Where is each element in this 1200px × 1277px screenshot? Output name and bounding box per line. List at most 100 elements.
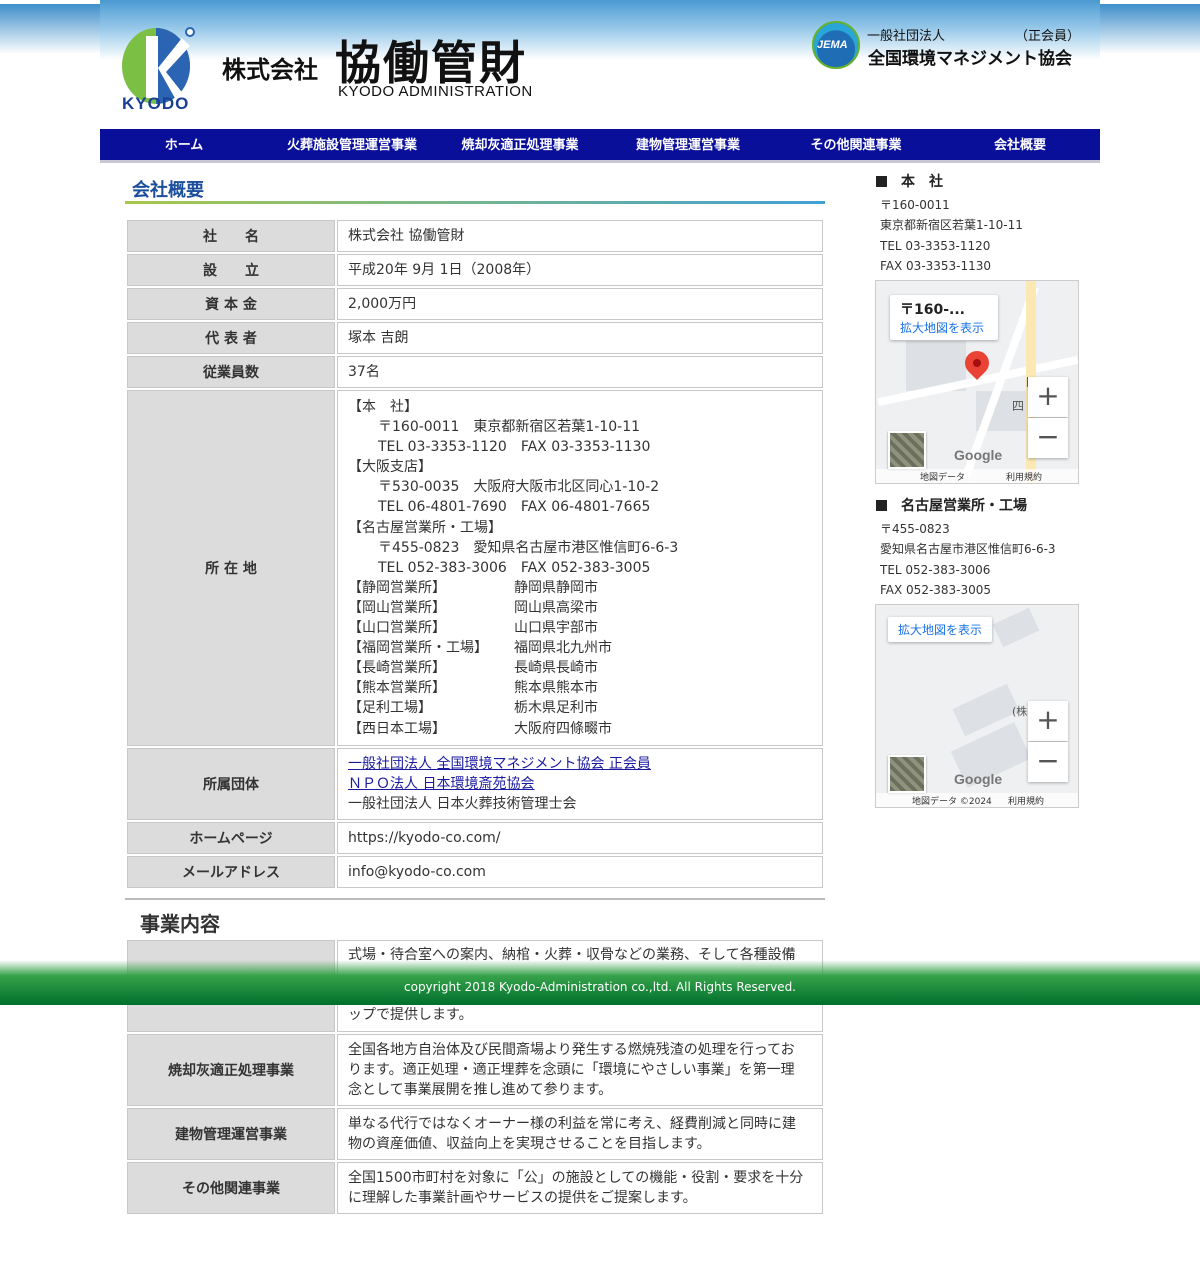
biz-line: に理解した事業計画やサービスの提供をご提案します。 <box>348 1190 697 1206</box>
zoom-in-button[interactable]: + <box>1028 701 1068 741</box>
section-divider <box>125 898 825 900</box>
row-label-location: 所 在 地 <box>127 390 335 746</box>
map-terms-link[interactable]: 利用規約 <box>1008 794 1044 807</box>
address-line: 【本 社】 <box>348 399 418 415</box>
table-row: 所属団体 一般社団法人 全国環境マネジメント協会 正会員 ＮＰＯ法人 日本環境斎… <box>127 747 823 820</box>
sidebar-nagoya-address: 〒455-0823 愛知県名古屋市港区惟信町6-6-3 TEL 052-383-… <box>880 519 1056 600</box>
nav-building[interactable]: 建物管理運営事業 <box>604 129 772 160</box>
nav-other[interactable]: その他関連事業 <box>772 129 940 160</box>
row-label-name: 社 名 <box>127 220 335 252</box>
copyright-text: copyright 2018 Kyodo-Administration co.,… <box>404 980 796 994</box>
biz-line: ります。適正処理・適正埋葬を念頭に「環境にやさしい事業」を第一理 <box>348 1062 795 1078</box>
map-footer: 地図データ 利用規約 <box>876 469 1078 483</box>
row-value-capital: 2,000万円 <box>337 288 823 320</box>
address-line: TEL 03-3353-1120 FAX 03-3353-1130 <box>378 439 651 456</box>
sidebar-hq-heading-text: 本 社 <box>901 174 943 190</box>
map-block <box>992 607 1040 648</box>
table-row: 代 表 者 塚本 吉朗 <box>127 322 823 354</box>
jema-member-status: （正会員） <box>1015 29 1081 44</box>
nav-about[interactable]: 会社概要 <box>940 129 1100 160</box>
branch-name: 【西日本工場】 <box>348 720 446 737</box>
branch-line: 【熊本営業所】 熊本県熊本市 <box>348 678 812 698</box>
hq-map[interactable]: 四 四 〒160-... 拡大地図を表示 + − Google 地図データ 利用… <box>875 280 1079 484</box>
sidebar-line: TEL 03-3353-1120 <box>880 238 991 253</box>
map-enlarge-link[interactable]: 拡大地図を表示 <box>898 621 982 638</box>
row-label-representative: 代 表 者 <box>127 322 335 354</box>
sidebar-nagoya-heading: 名古屋営業所・工場 <box>876 495 1027 515</box>
sidebar-line: TEL 052-383-3006 <box>880 562 991 577</box>
branch-name: 【福岡営業所・工場】 <box>348 640 488 657</box>
row-value-homepage: https://kyodo-co.com/ <box>337 821 823 854</box>
map-info-card: 拡大地図を表示 <box>888 617 993 642</box>
branch-place: 大阪府四條畷市 <box>514 720 612 737</box>
address-line: 【大阪支店】 <box>348 459 432 476</box>
table-row: 設 立 平成20年 9月 1日（2008年） <box>127 254 823 286</box>
nagoya-map[interactable]: (株) 拡大地図を表示 + − Google 地図データ ©2024 利用規約 <box>875 604 1079 808</box>
jema-name: 全国環境マネジメント協会 <box>868 49 1072 69</box>
branch-place: 静岡県静岡市 <box>514 579 598 596</box>
branch-name: 【山口営業所】 <box>348 620 446 637</box>
branch-line: 【西日本工場】 大阪府四條畷市 <box>348 719 812 739</box>
address-line: 〒530-0035 大阪府大阪市北区同心1-10-2 <box>378 479 660 496</box>
branch-line: 【長崎営業所】 長崎県長崎市 <box>348 658 812 678</box>
biz-line: 全国各地方自治体及び民間斎場より発生する燃焼残渣の処理を行ってお <box>348 1042 795 1058</box>
branch-name: 【足利工場】 <box>348 700 432 717</box>
sidebar-line: FAX 03-3353-1130 <box>880 258 992 273</box>
map-footer: 地図データ ©2024 利用規約 <box>876 793 1078 807</box>
header: KYODO 株式会社 協働管財 KYODO ADMINISTRATION JEM… <box>100 0 1100 129</box>
branch-place: 熊本県熊本市 <box>514 680 598 697</box>
npo-link[interactable]: ＮＰＯ法人 日本環境斎苑協会 <box>348 776 534 792</box>
address-line: TEL 052-383-3006 FAX 052-383-3005 <box>378 559 651 576</box>
branch-line: 【岡山営業所】 岡山県高梁市 <box>348 598 812 618</box>
row-value-email: info@kyodo-co.com <box>337 855 823 888</box>
table-row: その他関連事業 全国1500市町村を対象に「公」の施設としての機能・役割・要求を… <box>127 1162 823 1214</box>
map-data-label: 地図データ <box>920 473 966 483</box>
row-value-location: 【本 社】 〒160-0011 東京都新宿区若葉1-10-11 TEL 03-3… <box>337 390 823 746</box>
map-enlarge-link[interactable]: 拡大地図を表示 <box>900 319 988 336</box>
overview-underline <box>125 201 825 204</box>
biz-line: 念として事業展開を推し進めて参ります。 <box>348 1082 613 1098</box>
nav-ash[interactable]: 焼却灰適正処理事業 <box>436 129 604 160</box>
jema-logo-icon[interactable]: JEMA <box>812 21 860 69</box>
sidebar-line: 〒455-0823 <box>880 522 950 536</box>
map-data-label: 地図データ ©2024 <box>912 797 992 807</box>
map-label: 四 <box>1012 399 1025 413</box>
row-label-capital: 資 本 金 <box>127 288 335 320</box>
jema-link[interactable]: 一般社団法人 全国環境マネジメント協会 正会員 <box>348 756 651 772</box>
sidebar-line: FAX 052-383-3005 <box>880 582 992 597</box>
square-bullet-icon <box>876 500 887 511</box>
zoom-in-button[interactable]: + <box>1028 377 1068 417</box>
nav-home[interactable]: ホーム <box>100 129 268 160</box>
biz-value-ash: 全国各地方自治体及び民間斎場より発生する燃焼残渣の処理を行ってお ります。適正処… <box>337 1034 823 1106</box>
biz-line: 物の資産価値、収益向上を実現させることを目指します。 <box>348 1136 711 1152</box>
branch-place: 岡山県高梁市 <box>514 599 598 616</box>
table-row: メールアドレス info@kyodo-co.com <box>127 855 823 888</box>
zoom-out-button[interactable]: − <box>1028 418 1068 458</box>
jema-logo-text: JEMA <box>817 39 848 51</box>
zoom-out-button[interactable]: − <box>1028 742 1068 782</box>
branch-line: 【足利工場】 栃木県足利市 <box>348 698 812 718</box>
branch-name: 【静岡営業所】 <box>348 579 446 596</box>
branch-name: 【岡山営業所】 <box>348 599 446 616</box>
address-line: 〒160-0011 東京都新宿区若葉1-10-11 <box>378 419 641 436</box>
satellite-toggle-icon[interactable] <box>888 755 926 793</box>
nav-cremation[interactable]: 火葬施設管理運営事業 <box>268 129 436 160</box>
branch-name: 【熊本営業所】 <box>348 680 446 697</box>
branch-name: 【長崎営業所】 <box>348 660 446 677</box>
row-label-email: メールアドレス <box>127 855 335 888</box>
branch-place: 長崎県長崎市 <box>514 660 598 677</box>
biz-value-building: 単なる代行ではなくオーナー様の利益を常に考え、経費削減と同時に建 物の資産価値、… <box>337 1108 823 1160</box>
satellite-toggle-icon[interactable] <box>888 431 926 469</box>
map-info-card: 〒160-... 拡大地図を表示 <box>890 295 998 340</box>
biz-label-other: その他関連事業 <box>127 1162 335 1214</box>
biz-line: 全国1500市町村を対象に「公」の施設としての機能・役割・要求を十分 <box>348 1170 804 1186</box>
table-row: 従業員数 37名 <box>127 356 823 388</box>
sidebar-line: 東京都新宿区若葉1-10-11 <box>880 218 1023 233</box>
overview-title: 会社概要 <box>132 180 204 201</box>
table-row: 焼却灰適正処理事業 全国各地方自治体及び民間斎場より発生する燃焼残渣の処理を行っ… <box>127 1034 823 1106</box>
table-row: 建物管理運営事業 単なる代行ではなくオーナー様の利益を常に考え、経費削減と同時に… <box>127 1108 823 1160</box>
biz-label-building: 建物管理運営事業 <box>127 1108 335 1160</box>
branch-place: 山口県宇部市 <box>514 620 598 637</box>
map-terms-link[interactable]: 利用規約 <box>1006 470 1042 483</box>
main-nav: ホーム 火葬施設管理運営事業 焼却灰適正処理事業 建物管理運営事業 その他関連事… <box>100 129 1100 163</box>
